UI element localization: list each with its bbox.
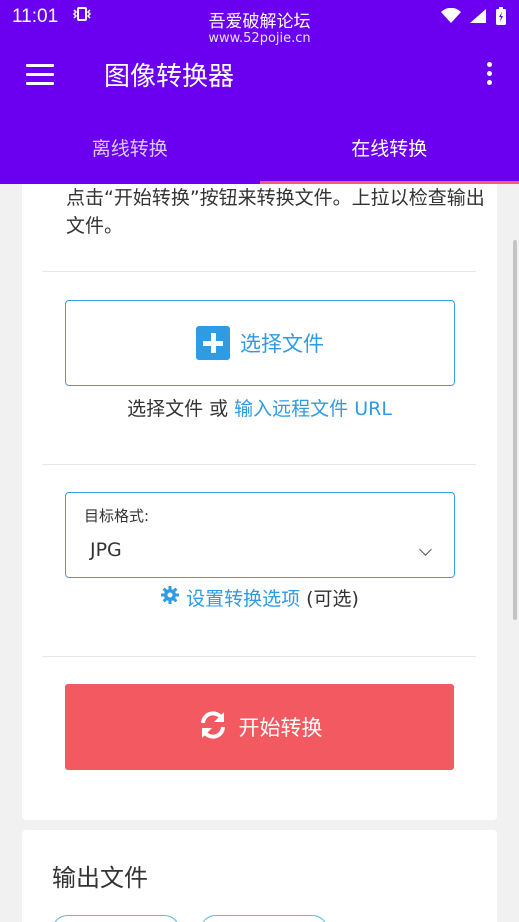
- chevron-down-icon: [419, 543, 432, 556]
- signal-icon: [469, 8, 487, 28]
- divider: [42, 656, 476, 657]
- scrollbar[interactable]: [513, 240, 517, 620]
- watermark-url: www.52pojie.cn: [208, 31, 311, 46]
- format-value: JPG: [90, 539, 122, 561]
- menu-icon[interactable]: [26, 64, 54, 86]
- file-source-line: 选择文件 或 输入远程文件 URL: [22, 394, 497, 421]
- conversion-options-link[interactable]: 设置转换选项: [186, 584, 300, 611]
- intro-text: 点击“开始转换”按钮来转换文件。上拉以检查输出文件。: [66, 187, 485, 237]
- output-chip[interactable]: [200, 915, 328, 922]
- plus-icon: [196, 326, 230, 360]
- output-chip[interactable]: [52, 915, 180, 922]
- tab-bar: 离线转换 在线转换: [0, 114, 519, 184]
- refresh-icon: [197, 709, 229, 746]
- output-card: 输出文件: [22, 830, 497, 922]
- target-format-select[interactable]: 目标格式: JPG: [65, 492, 455, 578]
- battery-icon: [495, 6, 507, 30]
- options-line: 设置转换选项 (可选): [22, 584, 497, 611]
- start-convert-button[interactable]: 开始转换: [65, 684, 454, 770]
- output-title: 输出文件: [52, 864, 148, 892]
- or-text: 选择文件 或: [127, 398, 235, 420]
- remote-url-link[interactable]: 输入远程文件 URL: [234, 398, 392, 420]
- choose-file-button[interactable]: 选择文件: [65, 300, 455, 386]
- app-title: 图像转换器: [104, 62, 235, 92]
- status-bar: 11:01 吾爱破解论坛: [0, 0, 519, 34]
- wifi-icon: [441, 7, 461, 28]
- choose-file-label: 选择文件: [240, 332, 324, 356]
- start-convert-label: 开始转换: [238, 716, 323, 740]
- gear-icon[interactable]: [160, 585, 180, 610]
- app-bar: 图像转换器: [0, 34, 519, 114]
- convert-card: 点击“开始转换”按钮来转换文件。上拉以检查输出文件。 选择文件 选择文件 或 输…: [22, 184, 497, 820]
- main-content[interactable]: 点击“开始转换”按钮来转换文件。上拉以检查输出文件。 选择文件 选择文件 或 输…: [0, 184, 519, 922]
- more-options-icon[interactable]: [487, 62, 493, 88]
- optional-text: (可选): [306, 588, 359, 610]
- divider: [42, 271, 476, 272]
- divider: [42, 464, 476, 465]
- format-label: 目标格式:: [84, 507, 150, 525]
- tab-offline[interactable]: 离线转换: [0, 114, 260, 184]
- tab-online[interactable]: 在线转换: [259, 114, 519, 184]
